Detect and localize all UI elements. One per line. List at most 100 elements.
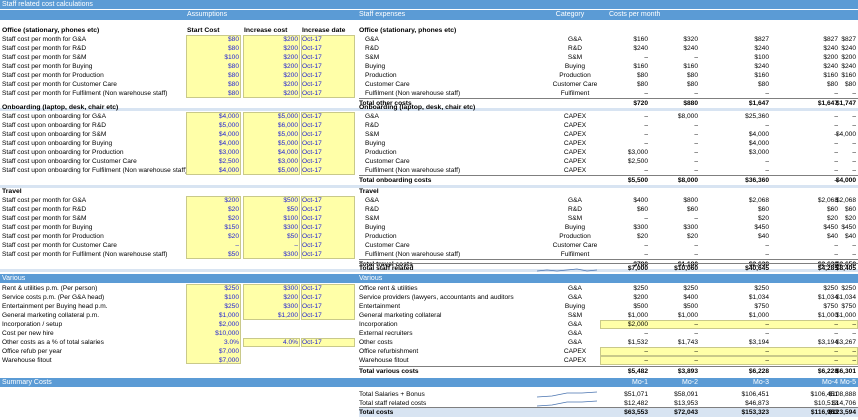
assumption-label: Staff cost per month for Fulfilment (Non…: [2, 90, 168, 97]
increase-cost-input[interactable]: $5,000: [244, 130, 298, 139]
various-start-input[interactable]: 3.0%: [187, 338, 239, 347]
increase-cost-input[interactable]: $200: [244, 62, 298, 71]
start-cost-input[interactable]: $200: [187, 196, 239, 205]
various-start-input[interactable]: $100: [187, 293, 239, 302]
expense-section-header: Onboarding (laptop, desk, chair etc): [359, 104, 476, 111]
various-increase-input[interactable]: [244, 356, 298, 365]
various-date-input[interactable]: Oct-17: [302, 284, 354, 293]
various-label: Incorporation / setup: [2, 321, 63, 328]
increase-cost-input[interactable]: –: [244, 241, 298, 250]
increase-cost-input[interactable]: $50: [244, 232, 298, 241]
various-start-input[interactable]: $250: [187, 284, 239, 293]
increase-date-input[interactable]: Oct-17: [302, 241, 354, 250]
increase-cost-input[interactable]: $200: [244, 53, 298, 62]
start-cost-input[interactable]: $80: [187, 62, 239, 71]
increase-cost-input[interactable]: $50: [244, 205, 298, 214]
costs-per-month-header: Costs per month: [609, 11, 661, 18]
increase-cost-input[interactable]: $200: [244, 44, 298, 53]
increase-date-input[interactable]: Oct-17: [302, 139, 354, 148]
start-cost-input[interactable]: $4,000: [187, 139, 239, 148]
various-date-input[interactable]: Oct-17: [302, 338, 354, 347]
increase-date-input[interactable]: Oct-17: [302, 148, 354, 157]
increase-cost-input[interactable]: $200: [244, 35, 298, 44]
start-cost-input[interactable]: $20: [187, 205, 239, 214]
various-increase-input[interactable]: $200: [244, 293, 298, 302]
start-cost-input[interactable]: $5,000: [187, 121, 239, 130]
various-date-input[interactable]: Oct-17: [302, 293, 354, 302]
increase-date-input[interactable]: Oct-17: [302, 214, 354, 223]
increase-cost-input[interactable]: $200: [244, 89, 298, 98]
various-date-input[interactable]: Oct-17: [302, 302, 354, 311]
increase-date-input[interactable]: Oct-17: [302, 196, 354, 205]
various-increase-input[interactable]: [244, 347, 298, 356]
various-start-input[interactable]: $10,000: [187, 329, 239, 338]
increase-cost-input[interactable]: $5,000: [244, 166, 298, 175]
total-value: $720: [633, 100, 648, 107]
various-increase-input[interactable]: $1,200: [244, 311, 298, 320]
start-cost-input[interactable]: $4,000: [187, 166, 239, 175]
assumption-label: Staff cost per month for Buying: [2, 224, 93, 231]
increase-date-input[interactable]: Oct-17: [302, 205, 354, 214]
various-increase-input[interactable]: $300: [244, 284, 298, 293]
total-value: $1,747: [835, 100, 856, 107]
various-increase-input[interactable]: $300: [244, 302, 298, 311]
increase-date-input[interactable]: Oct-17: [302, 71, 354, 80]
various-date-input[interactable]: [302, 320, 354, 329]
increase-cost-input[interactable]: $300: [244, 223, 298, 232]
increase-date-input[interactable]: Oct-17: [302, 80, 354, 89]
increase-date-input[interactable]: Oct-17: [302, 44, 354, 53]
various-date-input[interactable]: [302, 356, 354, 365]
increase-cost-input[interactable]: $5,000: [244, 139, 298, 148]
various-start-input[interactable]: $2,000: [187, 320, 239, 329]
increase-date-input[interactable]: Oct-17: [302, 130, 354, 139]
increase-date-input[interactable]: Oct-17: [302, 157, 354, 166]
various-start-input[interactable]: $1,000: [187, 311, 239, 320]
cost-value: $240: [633, 45, 648, 52]
start-cost-input[interactable]: –: [187, 241, 239, 250]
start-cost-input[interactable]: $20: [187, 232, 239, 241]
increase-date-input[interactable]: Oct-17: [302, 121, 354, 130]
increase-cost-input[interactable]: $200: [244, 71, 298, 80]
start-cost-input[interactable]: $80: [187, 89, 239, 98]
start-cost-input[interactable]: $2,500: [187, 157, 239, 166]
increase-date-input[interactable]: Oct-17: [302, 232, 354, 241]
various-start-input[interactable]: $7,000: [187, 356, 239, 365]
increase-cost-input[interactable]: $200: [244, 80, 298, 89]
various-date-input[interactable]: [302, 329, 354, 338]
increase-cost-input[interactable]: $3,000: [244, 157, 298, 166]
start-cost-input[interactable]: $100: [187, 53, 239, 62]
increase-date-input[interactable]: Oct-17: [302, 35, 354, 44]
various-increase-input[interactable]: [244, 320, 298, 329]
section-header: Travel: [2, 188, 22, 195]
increase-cost-input[interactable]: $100: [244, 214, 298, 223]
start-cost-input[interactable]: $50: [187, 250, 239, 259]
start-cost-input[interactable]: $80: [187, 44, 239, 53]
increase-cost-input[interactable]: $300: [244, 250, 298, 259]
increase-cost-input[interactable]: $6,000: [244, 121, 298, 130]
increase-date-input[interactable]: Oct-17: [302, 250, 354, 259]
increase-date-input[interactable]: Oct-17: [302, 89, 354, 98]
various-cost-value: $400: [683, 294, 698, 301]
start-cost-input[interactable]: $80: [187, 80, 239, 89]
increase-date-input[interactable]: Oct-17: [302, 62, 354, 71]
various-increase-input[interactable]: [244, 329, 298, 338]
various-start-input[interactable]: $250: [187, 302, 239, 311]
increase-cost-input[interactable]: $500: [244, 196, 298, 205]
increase-date-input[interactable]: Oct-17: [302, 223, 354, 232]
increase-date-input[interactable]: Oct-17: [302, 112, 354, 121]
various-date-input[interactable]: [302, 347, 354, 356]
start-cost-input[interactable]: $4,000: [187, 112, 239, 121]
start-cost-input[interactable]: $80: [187, 71, 239, 80]
various-start-input[interactable]: $7,000: [187, 347, 239, 356]
start-cost-input[interactable]: $4,000: [187, 130, 239, 139]
various-date-input[interactable]: Oct-17: [302, 311, 354, 320]
increase-date-input[interactable]: Oct-17: [302, 166, 354, 175]
increase-cost-input[interactable]: $4,000: [244, 148, 298, 157]
start-cost-input[interactable]: $150: [187, 223, 239, 232]
start-cost-input[interactable]: $80: [187, 35, 239, 44]
start-cost-input[interactable]: $20: [187, 214, 239, 223]
various-increase-input[interactable]: 4.0%: [244, 338, 298, 347]
start-cost-input[interactable]: $3,000: [187, 148, 239, 157]
increase-date-input[interactable]: Oct-17: [302, 53, 354, 62]
increase-cost-input[interactable]: $5,000: [244, 112, 298, 121]
